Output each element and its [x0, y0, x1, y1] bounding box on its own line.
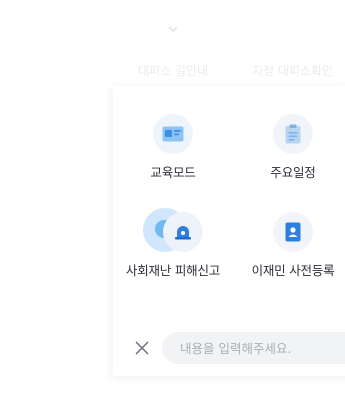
id-card-icon [153, 114, 193, 154]
close-icon[interactable] [132, 338, 152, 358]
alarm-siren-icon [163, 212, 203, 252]
person-badge-icon [273, 212, 313, 252]
message-input-field[interactable] [162, 332, 345, 364]
disaster-report-icon-group [141, 208, 205, 252]
screen: 대피소 길안내 지정 대피소확인 교육모드 주요일정 사회재난 피해신고 이재민… [0, 0, 345, 398]
menu-item-main-schedule[interactable]: 주요일정 [233, 114, 345, 181]
menu-item-label: 이재민 사전등록 [251, 263, 335, 278]
menu-item-disaster-report[interactable]: 사회재난 피해신고 [113, 208, 233, 279]
clipboard-icon [273, 114, 313, 154]
menu-item-label: 교육모드 [150, 165, 196, 180]
menu-item-label: 사회재난 피해신고 [125, 263, 221, 278]
menu-item-victim-preregistration[interactable]: 이재민 사전등록 [233, 212, 345, 279]
menu-item-education-mode[interactable]: 교육모드 [113, 114, 233, 181]
chevron-down-icon [164, 22, 182, 40]
background-label-shelter-check: 지정 대피소확인 [252, 64, 334, 78]
menu-item-label: 주요일정 [270, 165, 316, 180]
background-label-shelter-guide: 대피소 길안내 [138, 64, 209, 78]
message-input[interactable] [178, 339, 342, 357]
